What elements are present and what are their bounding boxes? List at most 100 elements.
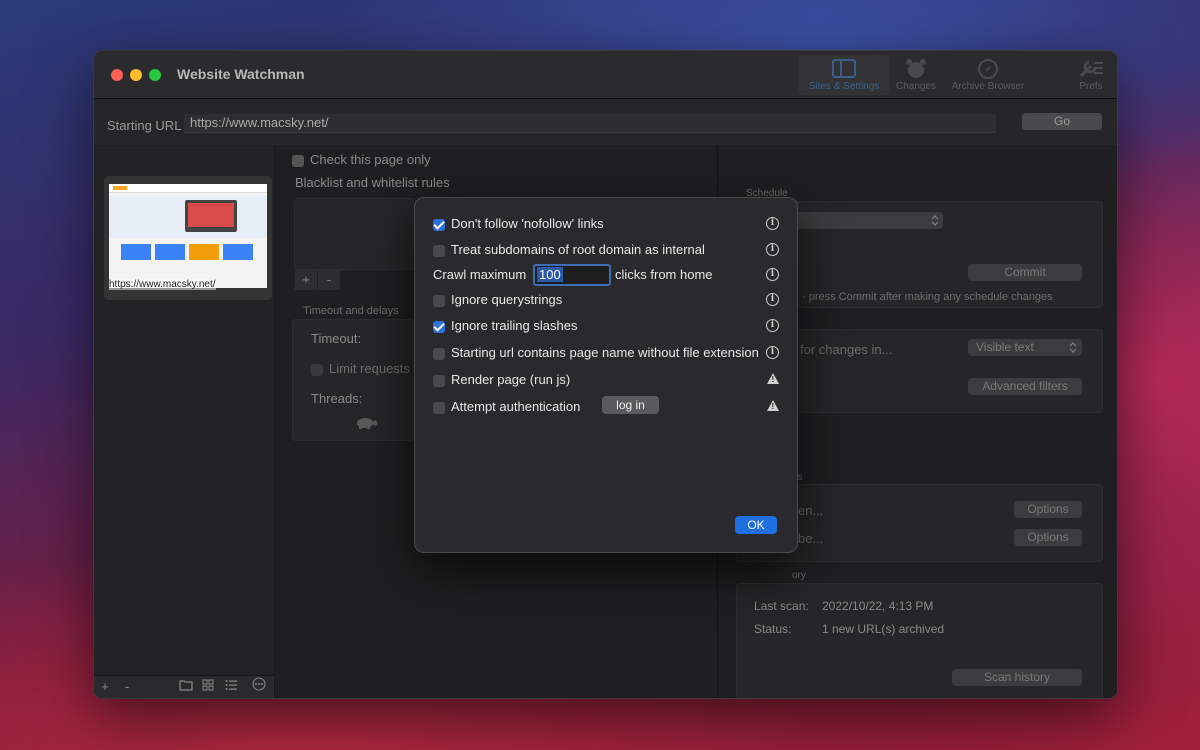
- info-icon[interactable]: i: [766, 217, 779, 230]
- check-changes-select-value: Visible text: [976, 340, 1034, 354]
- starting-url-input[interactable]: https://www.macsky.net/: [184, 114, 996, 133]
- schedule-select[interactable]: [778, 212, 943, 229]
- rules-list[interactable]: [294, 198, 416, 270]
- log-in-button[interactable]: log in: [602, 396, 659, 414]
- toolbar-changes[interactable]: Changes: [891, 55, 941, 95]
- folder-icon: [179, 680, 193, 691]
- render-page-label: Render page (run js): [451, 372, 571, 387]
- options-button-1[interactable]: Options: [1014, 501, 1082, 518]
- ignore-querystrings-label: Ignore querystrings: [451, 292, 563, 307]
- history-section-label: ory: [792, 570, 806, 581]
- alarm-clock-icon: [906, 59, 926, 78]
- info-icon[interactable]: i: [766, 319, 779, 332]
- site-thumbnail: [109, 184, 267, 288]
- crawl-options-sheet: Don't follow 'nofollow' links i Treat su…: [414, 197, 798, 553]
- subdomains-option[interactable]: Treat subdomains of root domain as inter…: [433, 242, 705, 258]
- crawl-maximum-input[interactable]: 100: [533, 264, 611, 286]
- blacklist-label: Blacklist and whitelist rules: [295, 175, 450, 190]
- chevron-updown-icon: [1069, 342, 1077, 353]
- check-changes-label: for changes in...: [800, 342, 893, 357]
- sites-sidebar: https://www.macsky.net/ + -: [94, 146, 275, 698]
- toolbar-archive-browser[interactable]: Archive Browser: [946, 55, 1030, 95]
- checkbox-icon: [311, 363, 323, 376]
- limit-requests-label: Limit requests t: [329, 361, 418, 376]
- nofollow-option[interactable]: Don't follow 'nofollow' links: [433, 216, 604, 232]
- info-icon[interactable]: i: [766, 243, 779, 256]
- zoom-window-button[interactable]: [149, 69, 161, 81]
- ok-button[interactable]: OK: [735, 516, 777, 534]
- limit-requests-checkbox[interactable]: Limit requests t: [311, 361, 417, 376]
- checkbox-icon: [292, 154, 304, 167]
- add-site-button[interactable]: +: [94, 676, 116, 698]
- ellipsis-circle-icon: [252, 677, 266, 691]
- warning-glyph: !: [771, 402, 775, 411]
- crawl-maximum-suffix: clicks from home: [615, 267, 713, 282]
- timeout-section-label: Timeout and delays: [303, 305, 399, 317]
- starting-url-page-label: Starting url contains page name without …: [451, 345, 759, 360]
- sidebar-bottom-bar: + -: [94, 675, 274, 698]
- sidebar-panel-icon: [832, 59, 856, 78]
- attempt-authentication-option[interactable]: Attempt authentication: [433, 399, 580, 415]
- timeout-label: Timeout:: [311, 331, 362, 346]
- warning-glyph: !: [771, 375, 775, 384]
- info-icon[interactable]: i: [766, 346, 779, 359]
- toolbar-label: Archive Browser: [951, 81, 1025, 92]
- remove-site-button[interactable]: -: [116, 676, 138, 698]
- checkbox-icon: [433, 401, 445, 414]
- when-label: en...: [798, 503, 824, 518]
- nofollow-label: Don't follow 'nofollow' links: [451, 216, 604, 231]
- checkbox-checked-icon: [433, 320, 445, 333]
- site-card[interactable]: https://www.macsky.net/: [104, 176, 272, 300]
- info-icon[interactable]: i: [766, 293, 779, 306]
- info-icon[interactable]: i: [766, 268, 779, 281]
- chevron-updown-icon: [931, 215, 939, 226]
- commit-hint: - press Commit after making any schedule…: [802, 291, 1053, 303]
- minimize-window-button[interactable]: [130, 69, 142, 81]
- compass-icon: [978, 59, 998, 79]
- list-icon: [225, 680, 237, 690]
- be-label: be...: [798, 531, 824, 546]
- folder-view-button[interactable]: [175, 676, 197, 698]
- remove-rule-button[interactable]: -: [318, 270, 340, 290]
- check-page-only-label: Check this page only: [310, 152, 431, 167]
- render-page-option[interactable]: Render page (run js): [433, 372, 570, 388]
- list-view-button[interactable]: [220, 676, 242, 698]
- last-scan-value: 2022/10/22, 4:13 PM: [822, 599, 934, 613]
- ignore-trailing-slashes-option[interactable]: Ignore trailing slashes: [433, 318, 577, 334]
- check-changes-select[interactable]: Visible text: [968, 339, 1082, 356]
- crawl-maximum-value: 100: [537, 267, 563, 282]
- starting-url-row: Starting URL https://www.macsky.net/ Go: [94, 99, 1117, 145]
- starting-url-label: Starting URL: [107, 118, 182, 133]
- toolbar-label: Sites & Settings: [808, 81, 880, 92]
- toolbar-label: Prefs: [1079, 81, 1103, 92]
- add-rule-button[interactable]: +: [295, 270, 317, 290]
- ignore-querystrings-option[interactable]: Ignore querystrings: [433, 292, 562, 308]
- checkbox-icon: [433, 244, 445, 257]
- toolbar-sites-settings[interactable]: Sites & Settings: [799, 55, 889, 95]
- title-bar: Website Watchman Sites & Settings Change…: [94, 51, 1117, 99]
- scan-history-button[interactable]: Scan history: [952, 669, 1082, 686]
- attempt-authentication-label: Attempt authentication: [451, 399, 581, 414]
- close-window-button[interactable]: [111, 69, 123, 81]
- more-options-button[interactable]: [248, 676, 270, 698]
- toolbar-prefs[interactable]: Prefs: [1066, 55, 1116, 95]
- commit-button[interactable]: Commit: [968, 264, 1082, 281]
- turtle-icon: [357, 418, 378, 429]
- starting-url-page-option[interactable]: Starting url contains page name without …: [433, 345, 759, 361]
- grid-view-button[interactable]: [197, 676, 219, 698]
- advanced-filters-button[interactable]: Advanced filters: [968, 378, 1082, 395]
- check-page-only-checkbox[interactable]: Check this page only: [292, 152, 431, 167]
- checkbox-checked-icon: [433, 218, 445, 231]
- toolbar-label: Changes: [895, 81, 937, 92]
- last-scan-label: Last scan:: [754, 599, 809, 613]
- status-value: 1 new URL(s) archived: [822, 622, 945, 636]
- options-button-2[interactable]: Options: [1014, 529, 1082, 546]
- crawl-maximum-label: Crawl maximum: [433, 267, 527, 282]
- go-button[interactable]: Go: [1022, 113, 1102, 130]
- wrench-icon: [1079, 60, 1103, 78]
- checkbox-icon: [433, 374, 445, 387]
- warning-icon[interactable]: !: [767, 400, 779, 411]
- window-title: Website Watchman: [177, 66, 305, 82]
- warning-icon[interactable]: !: [767, 373, 779, 384]
- site-url-label: https://www.macsky.net/: [109, 279, 216, 290]
